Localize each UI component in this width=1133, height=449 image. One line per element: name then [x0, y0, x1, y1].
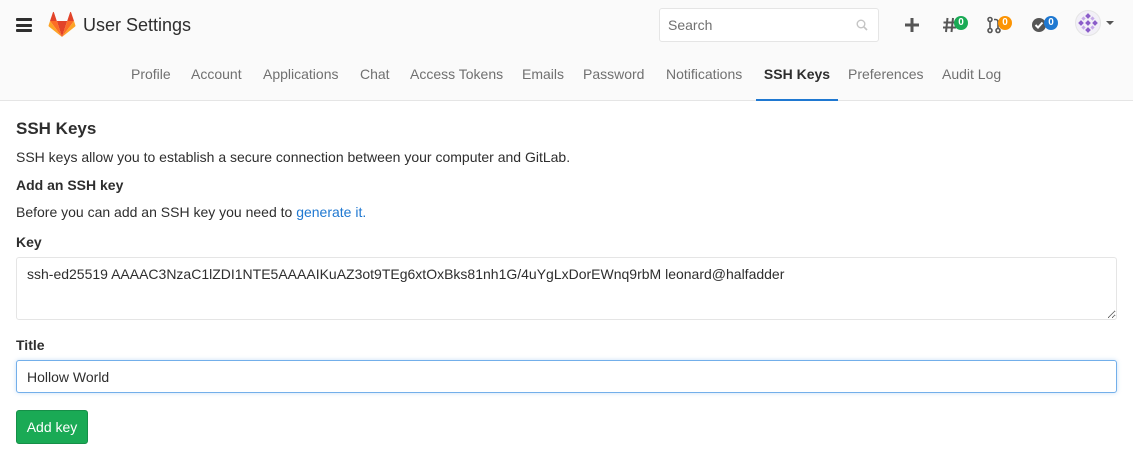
tab-emails[interactable]: Emails — [522, 52, 564, 101]
user-menu-dropdown[interactable] — [1075, 10, 1115, 36]
tab-notifications[interactable]: Notifications — [666, 52, 742, 101]
issues-count-badge: 0 — [954, 16, 968, 30]
add-key-button[interactable]: Add key — [16, 410, 88, 444]
key-label: Key — [16, 234, 42, 250]
hamburger-menu-icon[interactable] — [16, 18, 32, 32]
caret-down-icon — [1106, 21, 1114, 25]
plus-icon — [905, 18, 919, 32]
tab-ssh-keys[interactable]: SSH Keys — [756, 52, 838, 101]
tab-password[interactable]: Password — [583, 52, 644, 101]
user-avatar — [1075, 10, 1101, 36]
generate-instructions: Before you can add an SSH key you need t… — [16, 204, 366, 220]
title-label: Title — [16, 337, 45, 353]
tab-chat[interactable]: Chat — [360, 52, 390, 101]
section-description: SSH keys allow you to establish a secure… — [16, 149, 571, 165]
search-box[interactable] — [659, 8, 879, 42]
gitlab-logo-icon[interactable] — [48, 11, 76, 39]
merge-requests-link[interactable]: 0 — [986, 14, 1012, 36]
tab-applications[interactable]: Applications — [263, 52, 339, 101]
issues-link[interactable]: 0 — [942, 14, 968, 36]
settings-tabs: Profile Account Applications Chat Access… — [0, 52, 1133, 101]
add-key-heading: Add an SSH key — [16, 177, 124, 193]
new-item-icon[interactable] — [903, 14, 921, 36]
generate-instructions-text: Before you can add an SSH key you need t… — [16, 204, 297, 220]
section-heading: SSH Keys — [16, 119, 97, 138]
tab-profile[interactable]: Profile — [131, 52, 171, 101]
search-icon — [856, 19, 868, 31]
search-input[interactable] — [660, 9, 850, 41]
tab-audit-log[interactable]: Audit Log — [942, 52, 1001, 101]
tab-preferences[interactable]: Preferences — [848, 52, 923, 101]
top-navbar: User Settings 0 0 — [0, 0, 1133, 101]
tab-access-tokens[interactable]: Access Tokens — [410, 52, 503, 101]
tab-account[interactable]: Account — [191, 52, 242, 101]
generate-it-link[interactable]: generate it. — [296, 204, 366, 220]
todos-count-badge: 0 — [1044, 16, 1058, 30]
page-title: User Settings — [83, 15, 192, 35]
todos-link[interactable]: 0 — [1030, 14, 1058, 36]
title-input[interactable] — [16, 360, 1117, 393]
merge-requests-count-badge: 0 — [998, 16, 1012, 30]
key-textarea[interactable]: ssh-ed25519 AAAAC3NzaC1lZDI1NTE5AAAAIKuA… — [16, 257, 1117, 320]
